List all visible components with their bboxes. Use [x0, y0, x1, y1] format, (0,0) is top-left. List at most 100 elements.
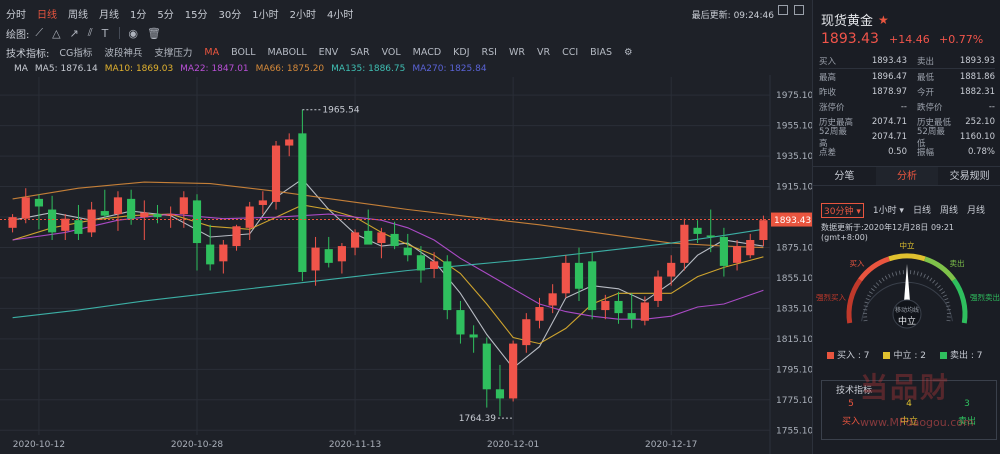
- period-tab-9[interactable]: 2小时: [290, 6, 316, 21]
- ma-legend-item: MA10: 1869.03: [104, 64, 174, 74]
- quote-key: 最高: [819, 72, 837, 83]
- last-update: 最后更新: 09:24:46: [692, 8, 774, 21]
- candle: [430, 252, 439, 279]
- star-icon[interactable]: ★: [878, 13, 889, 27]
- ray-tool-icon[interactable]: ↗: [70, 27, 79, 40]
- watermark: 当品财 www.MPdaogou.com: [860, 366, 990, 436]
- indicator-7[interactable]: SAR: [350, 47, 369, 58]
- candlestick-chart[interactable]: 1975.101955.101935.101915.101895.101875.…: [0, 75, 812, 454]
- candle-body: [574, 262, 584, 289]
- text-tool-icon[interactable]: T: [102, 27, 109, 40]
- indicator-0[interactable]: CG指标: [59, 45, 92, 59]
- triangle-tool-icon[interactable]: △: [52, 27, 60, 40]
- gauge-tick: [884, 275, 888, 280]
- period-tab-5[interactable]: 5分: [157, 6, 173, 21]
- candle-body: [561, 262, 570, 294]
- gauge-tick: [913, 270, 915, 275]
- analysis-period-4[interactable]: 月线: [967, 203, 985, 218]
- channel-tool-icon[interactable]: ⫽: [88, 26, 93, 40]
- y-tick-label: 1935.10: [776, 152, 812, 162]
- period-tab-10[interactable]: 4小时: [327, 6, 353, 21]
- ma-legend: MA MA5: 1876.14 MA10: 1869.03 MA22: 1847.01…: [14, 63, 494, 75]
- candle: [192, 194, 202, 271]
- restore-icon[interactable]: [778, 5, 788, 15]
- period-tab-1[interactable]: 日线: [37, 6, 57, 21]
- indicator-3[interactable]: MA: [204, 47, 219, 58]
- instrument-title: 现货黄金 ★: [821, 10, 889, 30]
- indicator-13[interactable]: VR: [537, 47, 550, 58]
- current-price-label: 1893.43: [774, 216, 811, 226]
- candle: [588, 252, 597, 320]
- trash-icon[interactable]: 🗑: [147, 27, 161, 40]
- candle-body: [350, 232, 360, 248]
- gauge-tick: [926, 275, 930, 280]
- candle-body: [324, 249, 333, 263]
- gauge-tick: [920, 272, 923, 277]
- period-tab-0[interactable]: 分时: [6, 6, 26, 21]
- indicator-10[interactable]: KDJ: [453, 47, 469, 58]
- tab-2[interactable]: 交易规则: [938, 167, 1000, 185]
- quote-value: 0.50: [888, 146, 907, 157]
- quote-value: 0.78%: [967, 146, 995, 157]
- indicator-14[interactable]: CCI: [562, 47, 578, 58]
- analysis-period-3[interactable]: 周线: [940, 203, 958, 218]
- analysis-period-1[interactable]: 1小时 ▾: [873, 203, 904, 218]
- candle: [561, 255, 570, 298]
- candle: [456, 300, 465, 344]
- ma-line-ma66: [12, 181, 764, 249]
- price-change-percent: +0.77%: [939, 33, 984, 46]
- line-tool-icon[interactable]: ⟋: [35, 26, 43, 40]
- gauge-tick: [942, 294, 947, 298]
- indicator-5[interactable]: MABOLL: [268, 47, 307, 58]
- ma-label: MA: [14, 64, 28, 74]
- quote-value: 1893.93: [959, 56, 995, 66]
- eye-icon[interactable]: ◉: [128, 27, 138, 40]
- candle-body: [113, 197, 123, 215]
- period-tab-6[interactable]: 15分: [185, 6, 208, 21]
- quote-key: 点差: [819, 147, 837, 158]
- candle-body: [206, 244, 215, 265]
- candle-body: [653, 276, 663, 301]
- x-tick-label: 2020-10-28: [171, 440, 224, 450]
- y-tick-label: 1975.10: [776, 91, 812, 101]
- indicator-9[interactable]: MACD: [413, 47, 441, 58]
- period-tab-2[interactable]: 周线: [68, 6, 88, 21]
- candle: [482, 337, 491, 408]
- candle: [298, 109, 307, 282]
- update-time: 09:24:46: [733, 11, 774, 21]
- period-tab-3[interactable]: 月线: [99, 6, 119, 21]
- candle: [522, 313, 531, 353]
- quote-value: 1881.86: [959, 71, 995, 82]
- legend-swatch: [827, 352, 834, 359]
- period-tab-4[interactable]: 1分: [130, 6, 146, 21]
- period-tab-8[interactable]: 1小时: [252, 6, 278, 21]
- indicator-11[interactable]: RSI: [482, 47, 497, 58]
- analysis-period-0[interactable]: 30分钟 ▾: [821, 203, 864, 218]
- candle: [377, 227, 386, 259]
- tab-0[interactable]: 分笔: [813, 167, 876, 185]
- legend-swatch: [939, 352, 947, 359]
- indicator-8[interactable]: VOL: [382, 47, 401, 58]
- gauge-tick: [934, 282, 939, 286]
- gauge-inner-label: 移动均线: [895, 306, 919, 314]
- x-tick-label: 2020-10-12: [13, 440, 65, 450]
- period-tab-7[interactable]: 30分: [218, 6, 241, 21]
- indicator-6[interactable]: ENV: [319, 47, 339, 58]
- indicator-1[interactable]: 波段神兵: [104, 45, 142, 59]
- indicator-2[interactable]: 支撑压力: [154, 45, 192, 59]
- gear-icon[interactable]: ⚙: [624, 47, 633, 58]
- candle: [285, 133, 294, 157]
- candle: [61, 214, 70, 241]
- candle-body: [140, 212, 149, 218]
- indicator-4[interactable]: BOLL: [231, 47, 255, 58]
- candle-body: [258, 200, 267, 205]
- quote-table: 买入 1893.43 卖出 1893.93 最高 1896.47 最低 1881.86 昨收 18…: [819, 54, 995, 159]
- drawing-toolbar: 绘图: ⟋ △ ↗ ⫽ T ◉ 🗑: [6, 25, 306, 41]
- analysis-period-2[interactable]: 日线: [913, 203, 931, 218]
- indicator-15[interactable]: BIAS: [590, 47, 612, 58]
- candle-body: [732, 246, 742, 263]
- tab-1[interactable]: 分析: [875, 167, 939, 185]
- indicator-12[interactable]: WR: [509, 47, 525, 58]
- candle: [74, 204, 83, 241]
- maximize-icon[interactable]: [794, 5, 804, 15]
